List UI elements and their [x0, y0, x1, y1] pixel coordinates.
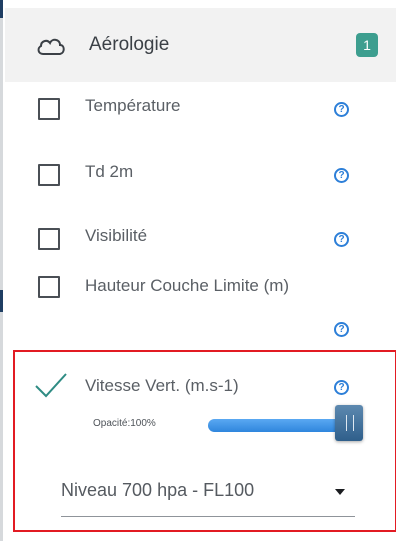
- layer-item-visibilite[interactable]: Visibilité ?: [5, 214, 396, 268]
- layer-item-vitesse-vert[interactable]: Vitesse Vert. (m.s-1) ?: [5, 364, 396, 406]
- caret-down-icon: [335, 489, 345, 495]
- layer-label: Td 2m: [85, 162, 134, 181]
- window-edge: [0, 0, 3, 541]
- edge-marker: [0, 290, 3, 312]
- layer-item-hauteur-couche-limite[interactable]: Hauteur Couche Limite (m) ?: [5, 266, 396, 342]
- level-select-value: Niveau 700 hpa - FL100: [61, 480, 255, 500]
- aerologie-section-header[interactable]: Aérologie 1: [5, 8, 396, 82]
- layer-checkbox[interactable]: [38, 228, 60, 250]
- layer-label: Vitesse Vert. (m.s-1): [85, 376, 239, 395]
- help-icon[interactable]: ?: [334, 102, 349, 117]
- edge-marker: [0, 0, 3, 18]
- layer-checkbox[interactable]: [38, 164, 60, 186]
- layer-item-td2m[interactable]: Td 2m ?: [5, 150, 396, 204]
- layer-checkbox[interactable]: [38, 98, 60, 120]
- layers-panel: Aérologie 1 Température ? Td 2m ? Visibi…: [5, 0, 396, 541]
- opacity-slider-handle[interactable]: [335, 405, 363, 441]
- layer-label: Visibilité: [85, 226, 148, 245]
- opacity-slider[interactable]: [208, 419, 348, 432]
- opacity-label: Opacité:100%: [93, 418, 156, 429]
- help-icon[interactable]: ?: [334, 168, 349, 183]
- opacity-slider-fill: [208, 419, 348, 432]
- cloud-outline-icon: [37, 38, 65, 55]
- help-icon[interactable]: ?: [334, 380, 349, 395]
- grip-icon: [346, 415, 354, 431]
- section-title: Aérologie: [89, 34, 170, 55]
- active-count-badge: 1: [356, 33, 378, 57]
- check-icon[interactable]: [33, 370, 69, 400]
- help-icon[interactable]: ?: [334, 232, 349, 247]
- level-select[interactable]: Niveau 700 hpa - FL100: [61, 466, 355, 517]
- layer-label: Hauteur Couche Limite (m): [85, 276, 290, 295]
- layer-item-temperature[interactable]: Température ?: [5, 84, 396, 138]
- help-icon[interactable]: ?: [334, 322, 349, 337]
- layer-checkbox[interactable]: [38, 276, 60, 298]
- layer-label: Température: [85, 96, 181, 115]
